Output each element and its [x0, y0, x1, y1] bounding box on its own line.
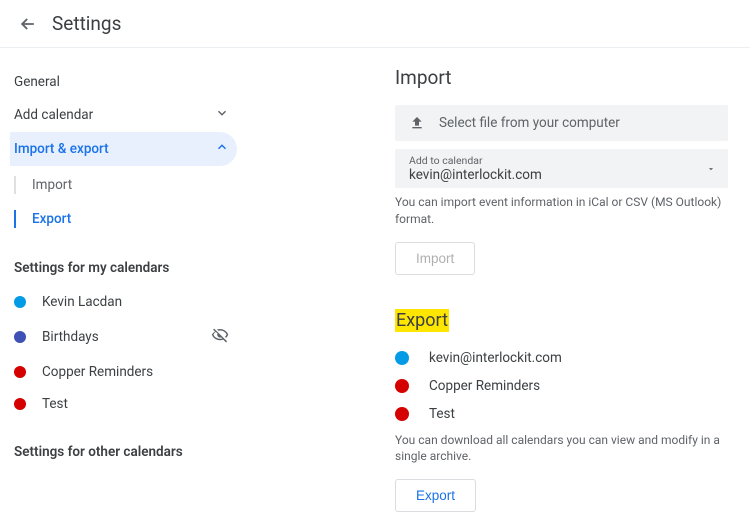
sidebar-item-label: Add calendar	[14, 107, 93, 123]
upload-icon	[409, 115, 425, 131]
select-file-label: Select file from your computer	[439, 115, 620, 131]
indicator	[14, 176, 16, 194]
calendar-label: Birthdays	[42, 329, 99, 345]
export-section-title: Export	[395, 309, 449, 332]
calendar-color-dot	[14, 398, 26, 410]
dropdown-value: kevin@interlockit.com	[409, 167, 698, 183]
sidebar-item-add-calendar[interactable]: Add calendar	[10, 98, 237, 132]
sidebar: General Add calendar Import & export Imp…	[0, 48, 245, 522]
import-section-title: Import	[395, 66, 728, 89]
calendar-item[interactable]: Test	[10, 388, 237, 420]
sidebar-item-label: Import	[32, 177, 72, 193]
calendar-color-dot	[395, 379, 409, 393]
section-heading-my-calendars: Settings for my calendars	[14, 260, 237, 276]
calendar-color-dot	[395, 407, 409, 421]
chevron-down-icon	[215, 106, 229, 124]
calendar-item[interactable]: Kevin Lacdan	[10, 286, 237, 318]
dropdown-label: Add to calendar	[409, 154, 698, 167]
add-to-calendar-dropdown[interactable]: Add to calendar kevin@interlockit.com	[395, 149, 728, 188]
import-hint: You can import event information in iCal…	[395, 194, 728, 228]
calendar-item[interactable]: Birthdays	[10, 318, 237, 356]
caret-down-icon	[706, 159, 716, 178]
sidebar-sub-import[interactable]: Import	[10, 168, 237, 202]
sidebar-item-label: General	[14, 74, 60, 90]
sidebar-item-label: Export	[32, 211, 71, 227]
header: Settings	[0, 0, 750, 48]
page-title: Settings	[52, 12, 121, 35]
import-button[interactable]: Import	[395, 242, 475, 275]
chevron-up-icon	[215, 140, 229, 158]
back-button[interactable]	[12, 8, 44, 40]
calendar-color-dot	[14, 366, 26, 378]
visibility-off-icon	[211, 326, 229, 348]
indicator	[14, 210, 16, 228]
main-content: Import Select file from your computer Ad…	[245, 48, 750, 522]
sidebar-item-label: Import & export	[14, 141, 109, 157]
calendar-label: kevin@interlockit.com	[429, 350, 562, 366]
calendar-label: Test	[42, 396, 68, 412]
export-button[interactable]: Export	[395, 479, 476, 512]
export-calendar-item: Copper Reminders	[395, 372, 728, 400]
select-file-button[interactable]: Select file from your computer	[395, 105, 728, 141]
calendar-color-dot	[14, 331, 26, 343]
calendar-label: Test	[429, 406, 455, 422]
sidebar-item-import-export[interactable]: Import & export	[10, 132, 237, 166]
export-hint: You can download all calendars you can v…	[395, 432, 728, 466]
section-heading-other-calendars: Settings for other calendars	[14, 444, 237, 460]
calendar-label: Kevin Lacdan	[42, 294, 122, 310]
sidebar-sub-export[interactable]: Export	[10, 202, 237, 236]
calendar-label: Copper Reminders	[42, 364, 153, 380]
calendar-color-dot	[395, 351, 409, 365]
calendar-item[interactable]: Copper Reminders	[10, 356, 237, 388]
sidebar-item-general[interactable]: General	[10, 66, 237, 98]
calendar-label: Copper Reminders	[429, 378, 540, 394]
calendar-color-dot	[14, 296, 26, 308]
arrow-left-icon	[18, 14, 38, 34]
export-calendar-item: kevin@interlockit.com	[395, 344, 728, 372]
export-calendar-item: Test	[395, 400, 728, 428]
